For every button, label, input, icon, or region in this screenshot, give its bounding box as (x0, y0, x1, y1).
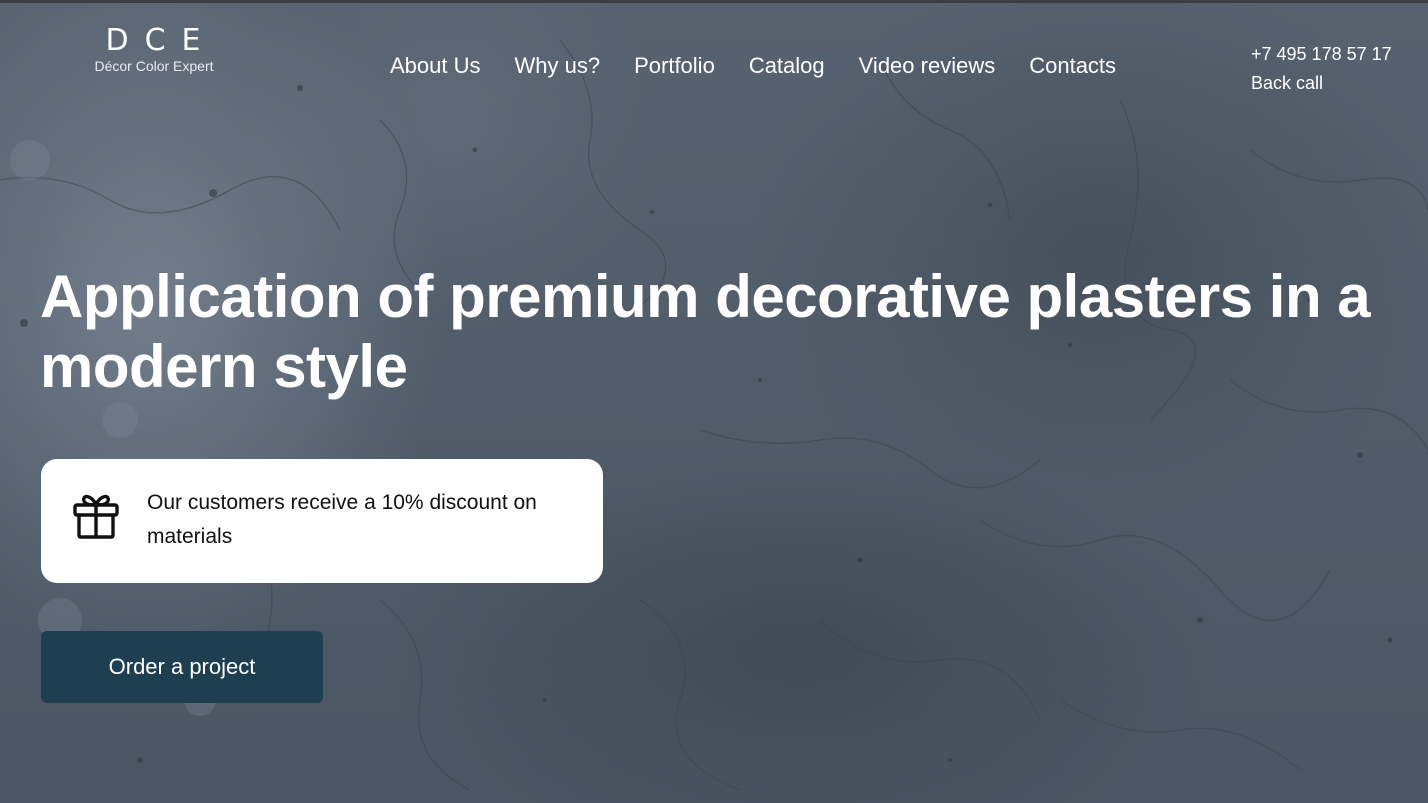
nav-item-catalog[interactable]: Catalog (749, 52, 825, 80)
hero-headline: Application of premium decorative plaste… (40, 263, 1371, 400)
discount-offer-text: Our customers receive a 10% discount on … (147, 491, 537, 548)
main-nav: About Us Why us? Portfolio Catalog Video… (390, 52, 1150, 80)
gift-icon (73, 494, 119, 539)
logo-mark: DCE (105, 23, 217, 58)
phone-link[interactable]: +7 495 178 57 17 (1251, 40, 1392, 69)
logo-subtitle: Décor Color Expert (94, 58, 214, 74)
nav-item-why-us[interactable]: Why us? (515, 52, 601, 80)
nav-item-about-us[interactable]: About Us (390, 52, 481, 80)
nav-item-contacts[interactable]: Contacts (1029, 52, 1116, 80)
order-project-button[interactable]: Order a project (41, 631, 323, 703)
hero-section: DCE Décor Color Expert About Us Why us? … (0, 0, 1428, 803)
nav-item-video-reviews[interactable]: Video reviews (859, 52, 996, 80)
nav-item-portfolio[interactable]: Portfolio (634, 52, 715, 80)
header-contact: +7 495 178 57 17 Back call (1251, 40, 1392, 98)
logo[interactable]: DCE Décor Color Expert (88, 23, 220, 75)
back-call-link[interactable]: Back call (1251, 69, 1392, 98)
discount-offer-card: Our customers receive a 10% discount on … (41, 459, 603, 583)
